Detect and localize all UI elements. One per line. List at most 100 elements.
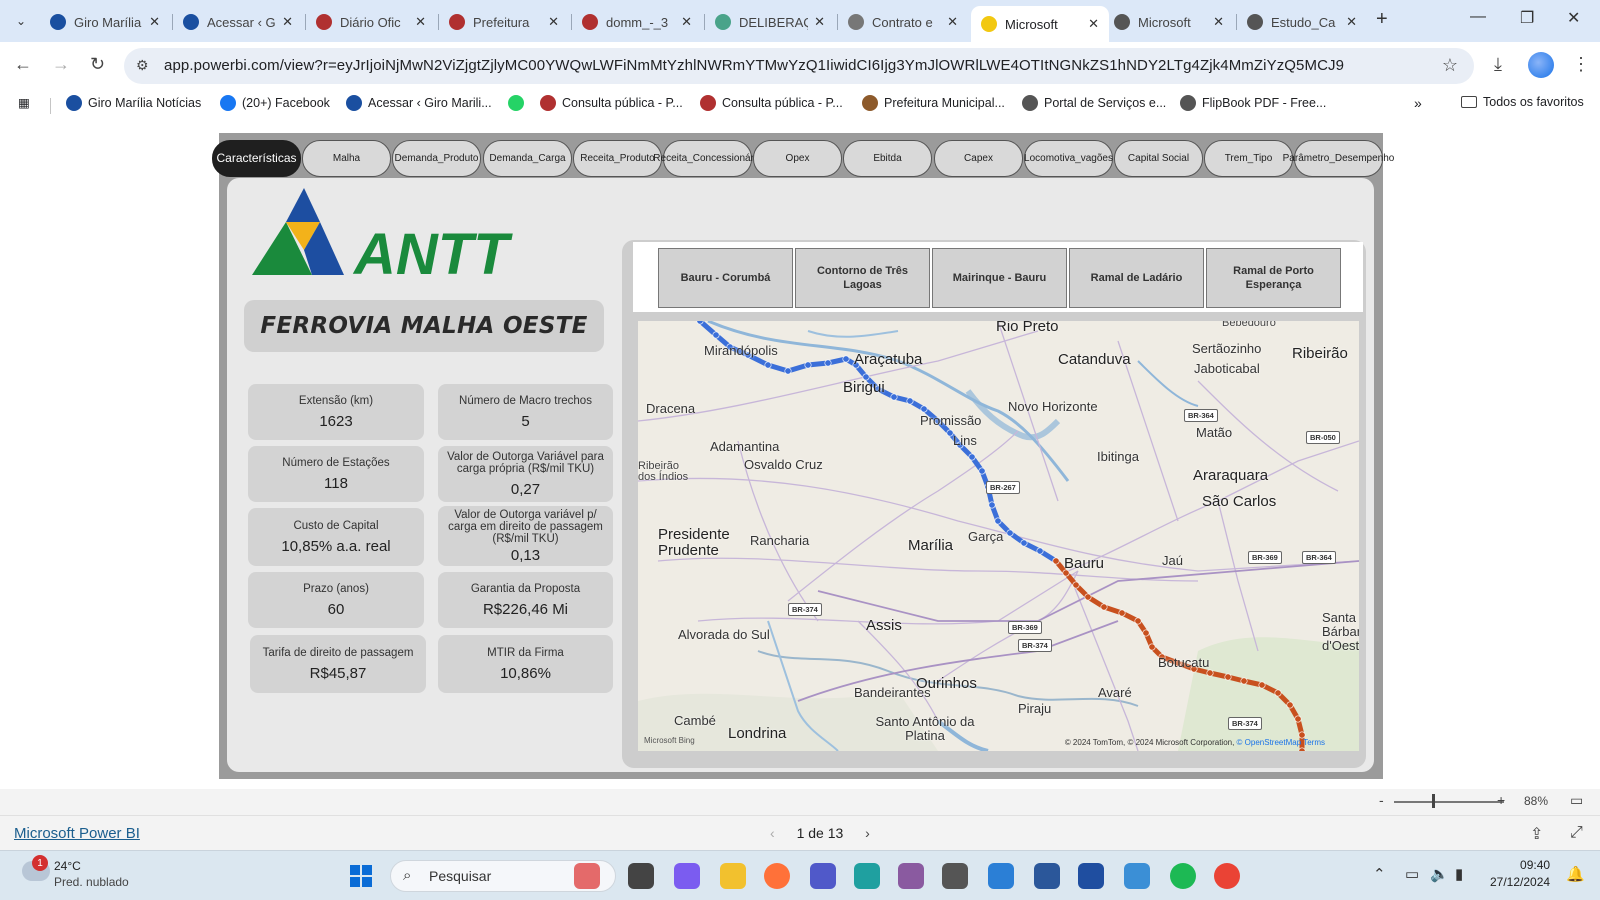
osm-link[interactable]: © OpenStreetMap [1237,738,1302,747]
browser-tab[interactable]: Estudo_Ca ✕ [1237,6,1367,38]
fit-page-icon[interactable]: ▭ [1570,792,1583,809]
station-point[interactable] [1036,547,1044,555]
browser-tab[interactable]: domm_-_3 ✕ [572,6,702,38]
station-point[interactable] [1142,629,1150,637]
zoom-in-button[interactable]: + [1497,792,1505,808]
browser-tab[interactable]: Prefeitura ✕ [439,6,569,38]
new-tab-button[interactable]: + [1376,8,1388,31]
tab-close-icon[interactable]: ✕ [681,14,692,30]
download-icon[interactable]: ⤓ [1494,54,1502,75]
station-point[interactable] [1072,581,1080,589]
station-point[interactable] [1148,643,1156,651]
station-point[interactable] [712,331,720,339]
station-point[interactable] [764,361,772,369]
page-nav-button[interactable]: Capex [934,140,1023,177]
tab-close-icon[interactable]: ✕ [1213,14,1224,30]
battery-icon[interactable]: ▮ [1455,865,1463,883]
next-page-button[interactable]: › [865,825,870,841]
page-nav-button[interactable]: Capital Social [1114,140,1203,177]
station-point[interactable] [784,367,792,375]
railway-map[interactable]: Rio Preto Bebedouro Mirandópolis Araçatuba C… [638,321,1359,751]
media-icon[interactable] [898,863,924,889]
page-nav-button[interactable]: Demanda_Produto [392,140,481,177]
segment-tab[interactable]: Contorno de Três Lagoas [795,248,930,308]
station-point[interactable] [1134,617,1142,625]
fullscreen-icon[interactable]: ⤢ [1570,824,1583,842]
segment-tab[interactable]: Bauru - Corumbá [658,248,793,308]
chrome-icon[interactable] [1214,863,1240,889]
station-point[interactable] [978,467,986,475]
zoom-out-button[interactable]: - [1379,792,1384,808]
firefox-icon[interactable] [764,863,790,889]
page-nav-button[interactable]: Parâmetro_Desempenho [1283,140,1394,177]
bookmark-item[interactable]: Acessar ‹ Giro Marili... [346,95,492,111]
powerbi-link[interactable]: Microsoft Power BI [14,825,140,842]
tab-search-button[interactable]: ⌄ [8,8,34,34]
close-window-button[interactable]: ✕ [1567,8,1580,28]
tab-close-icon[interactable]: ✕ [1088,16,1099,32]
tab-close-icon[interactable]: ✕ [149,14,160,30]
browser-tab[interactable]: Contrato e ✕ [838,6,968,38]
station-point[interactable] [1100,603,1108,611]
vpn-icon[interactable] [1124,863,1150,889]
segment-tab[interactable]: Ramal de Porto Esperança [1206,248,1341,308]
bookmark-item[interactable]: (20+) Facebook [220,95,330,111]
bookmark-item[interactable]: Prefeitura Municipal... [862,95,1005,111]
browser-tab[interactable]: Acessar ‹ G ✕ [173,6,303,38]
station-point[interactable] [988,501,996,509]
more-bookmarks-button[interactable]: » [1414,95,1422,111]
apps-grid-icon[interactable]: ▦ [18,95,30,110]
bookmark-item[interactable]: Portal de Serviços e... [1022,95,1166,111]
notifications-bell-icon[interactable]: 🔔 [1566,865,1585,883]
station-point[interactable] [920,405,928,413]
tab-close-icon[interactable]: ✕ [947,14,958,30]
station-point[interactable] [804,361,812,369]
bookmark-item[interactable] [508,95,530,111]
page-nav-button[interactable]: Demanda_Carga [483,140,572,177]
notepad-icon[interactable] [988,863,1014,889]
reload-icon[interactable]: ↻ [90,54,105,75]
prev-page-button[interactable]: ‹ [770,825,775,841]
bookmark-item[interactable]: Consulta pública - P... [540,95,683,111]
station-point[interactable] [1258,681,1266,689]
station-point[interactable] [1052,557,1060,565]
station-point[interactable] [1294,715,1302,723]
tab-close-icon[interactable]: ✕ [1346,14,1357,30]
url-text[interactable]: app.powerbi.com/view?r=eyJrIjoiNjMwN2ViZ… [164,57,1344,74]
system-clock[interactable]: 09:40 27/12/2024 [1490,857,1550,891]
tab-close-icon[interactable]: ✕ [282,14,293,30]
terms-link[interactable]: Terms [1303,738,1325,747]
page-nav-button[interactable]: Malha [302,140,391,177]
station-point[interactable] [1274,689,1282,697]
browser-tab[interactable]: Microsoft ✕ [1104,6,1234,38]
station-point[interactable] [890,393,898,401]
bookmark-item[interactable]: FlipBook PDF - Free... [1180,95,1326,111]
station-point[interactable] [824,359,832,367]
page-nav-button[interactable]: Ebitda [843,140,932,177]
site-info-icon[interactable]: ⚙ [136,57,149,74]
station-point[interactable] [1240,677,1248,685]
onedrive-icon[interactable] [1078,863,1104,889]
station-point[interactable] [1224,673,1232,681]
word-icon[interactable] [1034,863,1060,889]
tray-chevron-icon[interactable]: ⌃ [1373,865,1386,883]
back-icon[interactable]: ← [14,54,32,75]
restore-button[interactable]: ❐ [1520,8,1534,28]
start-button[interactable] [350,865,372,887]
calculator-icon[interactable] [942,863,968,889]
teams-icon[interactable] [810,863,836,889]
segment-tab[interactable]: Ramal de Ladário [1069,248,1204,308]
tab-close-icon[interactable]: ✕ [548,14,559,30]
spotify-icon[interactable] [1170,863,1196,889]
tab-close-icon[interactable]: ✕ [814,14,825,30]
page-nav-button[interactable]: Características [212,140,301,177]
share-icon[interactable]: ⇪ [1530,824,1543,844]
tab-close-icon[interactable]: ✕ [415,14,426,30]
page-nav-button[interactable]: Trem_Tipo [1204,140,1293,177]
browser-tab[interactable]: Giro Marília ✕ [40,6,170,38]
volume-icon[interactable]: 🔈 [1430,865,1449,883]
station-point[interactable] [1084,593,1092,601]
page-nav-button[interactable]: Opex [753,140,842,177]
station-point[interactable] [968,453,976,461]
station-point[interactable] [1206,669,1214,677]
